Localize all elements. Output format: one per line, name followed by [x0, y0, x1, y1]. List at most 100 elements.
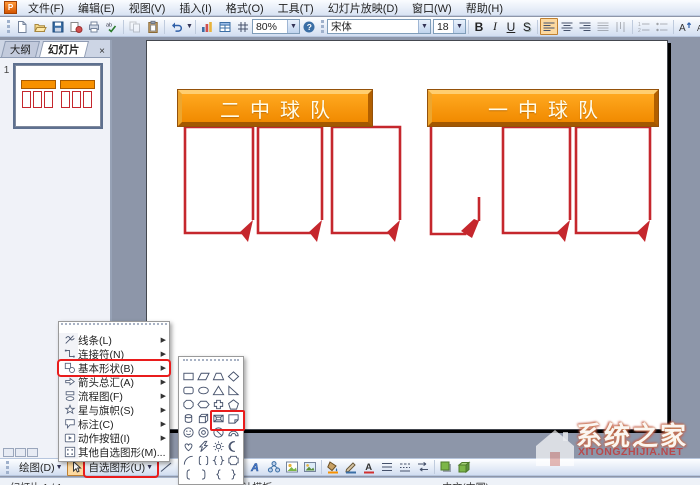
close-icon[interactable]: × — [96, 46, 108, 57]
normal-view-icon[interactable] — [3, 448, 14, 457]
increase-font-icon[interactable]: A — [676, 18, 694, 35]
shape-cross-icon[interactable] — [211, 397, 226, 411]
decrease-font-icon[interactable]: A — [694, 18, 700, 35]
toolbar-grip[interactable] — [320, 20, 324, 33]
toolbar-grip[interactable] — [6, 460, 12, 474]
shape-diamond-icon[interactable] — [226, 369, 241, 383]
wordart-icon[interactable]: A — [247, 459, 265, 476]
autoshapes-item-flowchart[interactable]: 流程图(F) ▶ — [59, 389, 169, 403]
autoshapes-item-stars-banners[interactable]: 星与旗帜(S) ▶ — [59, 403, 169, 417]
team-banner[interactable]: 一中球队 — [427, 89, 659, 127]
shape-double-bracket-icon[interactable] — [196, 453, 211, 467]
shape-can-icon[interactable] — [181, 411, 196, 425]
numbering-icon[interactable]: 12 — [635, 18, 653, 35]
bold-button[interactable]: B — [471, 19, 487, 35]
insert-table-icon[interactable] — [216, 18, 234, 35]
text-shadow-button[interactable]: S — [519, 19, 535, 35]
open-icon[interactable] — [31, 18, 49, 35]
shape-donut-icon[interactable] — [196, 425, 211, 439]
font-name-combobox[interactable]: 宋体 ▼ — [326, 19, 431, 34]
shape-rounded-rectangle-icon[interactable] — [181, 383, 196, 397]
chevron-down-icon[interactable]: ▼ — [452, 20, 465, 33]
shape-parallelogram-icon[interactable] — [196, 369, 211, 383]
align-left-icon[interactable] — [539, 18, 558, 35]
shape-octagon-icon[interactable] — [181, 397, 196, 411]
copy-icon[interactable] — [126, 18, 144, 35]
palette-drag-handle[interactable] — [183, 359, 239, 368]
folded-corner-shape[interactable] — [183, 125, 402, 242]
shape-cube-icon[interactable] — [196, 411, 211, 425]
menu-drag-handle[interactable] — [61, 323, 167, 332]
diagram-icon[interactable] — [265, 459, 283, 476]
autoshapes-item-block-arrows[interactable]: 箭头总汇(A) ▶ — [59, 375, 169, 389]
menu-view[interactable]: 视图(V) — [122, 0, 173, 17]
shape-double-brace-icon[interactable] — [211, 453, 226, 467]
new-icon[interactable] — [13, 18, 31, 35]
menu-format[interactable]: 格式(O) — [219, 0, 271, 17]
shape-bevel-icon[interactable] — [211, 411, 226, 425]
shape-plaque-icon[interactable] — [226, 453, 241, 467]
italic-button[interactable]: I — [487, 19, 503, 35]
clipart-icon[interactable] — [283, 459, 301, 476]
menu-help[interactable]: 帮助(H) — [459, 0, 510, 17]
shape-block-arc-icon[interactable] — [226, 425, 241, 439]
menu-edit[interactable]: 编辑(E) — [71, 0, 122, 17]
shape-left-brace-icon[interactable] — [211, 467, 226, 481]
shape-oval-icon[interactable] — [196, 383, 211, 397]
undo-icon[interactable] — [167, 18, 185, 35]
folded-corner-shape[interactable] — [429, 125, 652, 242]
line-style-icon[interactable] — [378, 459, 396, 476]
menu-window[interactable]: 窗口(W) — [405, 0, 459, 17]
shape-hexagon-icon[interactable] — [196, 397, 211, 411]
menu-slideshow[interactable]: 幻灯片放映(D) — [321, 0, 405, 17]
autoshapes-item-action-buttons[interactable]: 动作按钮(I) ▶ — [59, 431, 169, 445]
slide-sorter-view-icon[interactable] — [15, 448, 26, 457]
align-right-icon[interactable] — [576, 18, 594, 35]
shape-right-brace-icon[interactable] — [226, 467, 241, 481]
spelling-icon[interactable]: ab — [103, 18, 121, 35]
tab-outline[interactable]: 大纲 — [1, 41, 40, 57]
fill-color-icon[interactable] — [324, 459, 342, 476]
autoshapes-item-connectors[interactable]: 连接符(N) ▶ — [59, 347, 169, 361]
chevron-down-icon[interactable]: ▼ — [286, 20, 299, 33]
shape-moon-icon[interactable] — [226, 439, 241, 453]
autoshapes-item-more-autoshapes[interactable]: 其他自选图形(M)... — [59, 445, 169, 459]
line-color-icon[interactable] — [342, 459, 360, 476]
menu-insert[interactable]: 插入(I) — [172, 0, 218, 17]
vertical-text-icon[interactable] — [612, 18, 630, 35]
slide-thumbnail[interactable] — [15, 65, 101, 127]
bullets-icon[interactable] — [653, 18, 671, 35]
align-center-icon[interactable] — [558, 18, 576, 35]
shape-isosceles-triangle-icon[interactable] — [211, 383, 226, 397]
shape-smiley-face-icon[interactable] — [181, 425, 196, 439]
shape-trapezoid-icon[interactable] — [211, 369, 226, 383]
underline-button[interactable]: U — [503, 19, 519, 35]
dash-style-icon[interactable] — [396, 459, 414, 476]
shape-regular-pentagon-icon[interactable] — [226, 397, 241, 411]
distribute-icon[interactable] — [594, 18, 612, 35]
shape-left-bracket-icon[interactable] — [181, 467, 196, 481]
shape-right-triangle-icon[interactable] — [226, 383, 241, 397]
autoshapes-item-lines[interactable]: 线条(L) ▶ — [59, 333, 169, 347]
menu-tools[interactable]: 工具(T) — [271, 0, 321, 17]
undo-dropdown-arrow[interactable]: ▼ — [186, 23, 193, 30]
paste-icon[interactable] — [144, 18, 162, 35]
shadow-style-icon[interactable] — [437, 459, 455, 476]
zoom-combobox[interactable]: 80% ▼ — [251, 19, 300, 34]
print-icon[interactable] — [85, 18, 103, 35]
shape-right-bracket-icon[interactable] — [196, 467, 211, 481]
toolbar-grip[interactable] — [7, 20, 10, 33]
chevron-down-icon[interactable]: ▼ — [417, 20, 430, 33]
team-banner[interactable]: 二中球队 — [177, 89, 373, 127]
threed-style-icon[interactable] — [455, 459, 473, 476]
font-size-combobox[interactable]: 18 ▼ — [432, 19, 466, 34]
help-icon[interactable]: ? — [300, 18, 318, 35]
shape-no-symbol-icon[interactable] — [211, 425, 226, 439]
shape-lightning-bolt-icon[interactable] — [196, 439, 211, 453]
shape-sun-icon[interactable] — [211, 439, 226, 453]
shape-heart-icon[interactable] — [181, 439, 196, 453]
insert-picture-icon[interactable] — [301, 459, 319, 476]
autoshapes-item-basic-shapes[interactable]: 基本形状(B) ▶ — [59, 361, 169, 375]
permission-icon[interactable] — [67, 18, 85, 35]
shape-folded-corner-icon[interactable] — [226, 411, 241, 425]
